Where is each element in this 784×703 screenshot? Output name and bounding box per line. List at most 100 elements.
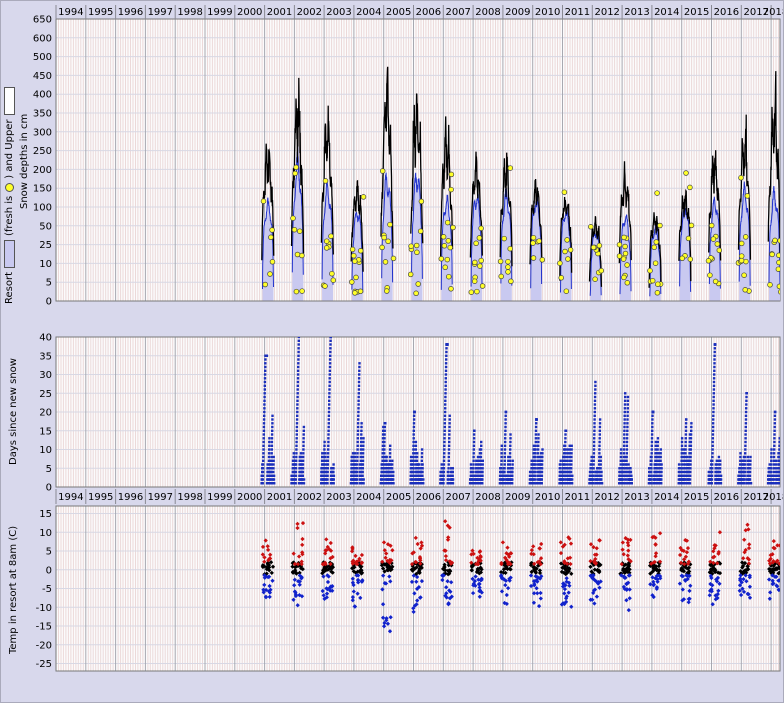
fresh-snow-dot bbox=[686, 236, 691, 241]
days-dot bbox=[358, 366, 360, 368]
fresh-snow-dot bbox=[508, 166, 513, 171]
days-dot bbox=[541, 467, 543, 469]
days-dot bbox=[412, 452, 414, 454]
days-dot bbox=[422, 478, 424, 480]
days-dot bbox=[297, 392, 299, 394]
days-dot bbox=[296, 433, 298, 435]
days-dot bbox=[448, 426, 450, 428]
days-dot bbox=[624, 400, 626, 402]
days-dot bbox=[356, 482, 358, 484]
days-dot bbox=[297, 355, 299, 357]
fresh-snow-dot bbox=[506, 259, 511, 264]
year-label: 1999 bbox=[207, 492, 232, 503]
days-dot bbox=[421, 475, 423, 477]
days-dot bbox=[651, 437, 653, 439]
days-dot bbox=[357, 445, 359, 447]
days-dot bbox=[711, 456, 713, 458]
days-dot bbox=[745, 415, 747, 417]
days-dot bbox=[327, 445, 329, 447]
days-dot bbox=[770, 463, 772, 465]
fresh-snow-dot bbox=[564, 289, 569, 294]
days-dot bbox=[565, 430, 567, 432]
days-dot bbox=[713, 388, 715, 390]
days-dot bbox=[590, 460, 592, 462]
days-dot bbox=[774, 411, 776, 413]
year-label: 2010 bbox=[535, 7, 560, 18]
days-dot bbox=[302, 452, 304, 454]
days-dot bbox=[360, 433, 362, 435]
fresh-snow-dot bbox=[419, 199, 424, 204]
fresh-snow-dot bbox=[351, 253, 356, 258]
days-dot bbox=[566, 463, 568, 465]
fresh-snow-dot bbox=[324, 239, 329, 244]
y-tick-label: 400 bbox=[33, 90, 52, 101]
days-dot bbox=[594, 400, 596, 402]
days-dot bbox=[650, 460, 652, 462]
days-dot bbox=[422, 482, 424, 484]
days-dot bbox=[327, 463, 329, 465]
days-dot bbox=[511, 478, 513, 480]
days-dot bbox=[297, 381, 299, 383]
days-dot bbox=[389, 448, 391, 450]
y-tick-label: 5 bbox=[46, 547, 52, 558]
days-dot bbox=[660, 467, 662, 469]
days-dot bbox=[358, 388, 360, 390]
days-dot bbox=[504, 445, 506, 447]
days-dot bbox=[592, 463, 594, 465]
days-dot bbox=[295, 452, 297, 454]
days-dot bbox=[416, 452, 418, 454]
fresh-snow-dot bbox=[506, 265, 511, 270]
year-label: 2008 bbox=[475, 492, 500, 503]
days-dot bbox=[504, 452, 506, 454]
days-dot bbox=[262, 475, 264, 477]
fresh-snow-dot bbox=[717, 248, 722, 253]
days-dot bbox=[362, 456, 364, 458]
days-dot bbox=[571, 482, 573, 484]
days-dot bbox=[505, 415, 507, 417]
days-dot bbox=[711, 482, 713, 484]
y-tick-labels: 0510152025303540 bbox=[39, 333, 52, 494]
days-dot bbox=[680, 460, 682, 462]
days-dot bbox=[713, 396, 715, 398]
days-dot bbox=[391, 467, 393, 469]
days-dot bbox=[295, 463, 297, 465]
days-dot bbox=[389, 445, 391, 447]
days-dot bbox=[321, 456, 323, 458]
fresh-snow-dot bbox=[565, 238, 570, 243]
days-dot bbox=[295, 478, 297, 480]
year-label: 2005 bbox=[386, 492, 411, 503]
fresh-snow-dot bbox=[739, 258, 744, 263]
days-dot bbox=[300, 452, 302, 454]
days-dot bbox=[444, 422, 446, 424]
days-dot bbox=[302, 463, 304, 465]
days-dot bbox=[263, 400, 265, 402]
days-dot bbox=[713, 392, 715, 394]
days-dot bbox=[625, 463, 627, 465]
y-tick-label: 650 bbox=[33, 15, 52, 26]
days-dot bbox=[421, 456, 423, 458]
days-dot bbox=[712, 441, 714, 443]
fresh-snow-dot bbox=[263, 282, 268, 287]
y-tick-label: 100 bbox=[33, 203, 52, 214]
temp-panel: 151050-5-10-15-20-25 bbox=[36, 506, 780, 671]
y-tick-label: 5 bbox=[46, 464, 52, 475]
days-dot bbox=[297, 385, 299, 387]
fresh-snow-dot bbox=[617, 254, 622, 259]
days-dot bbox=[421, 452, 423, 454]
days-dot bbox=[480, 452, 482, 454]
days-dot bbox=[421, 448, 423, 450]
days-dot bbox=[445, 373, 447, 375]
fresh-snow-dot bbox=[409, 244, 414, 249]
year-label: 2012 bbox=[594, 492, 619, 503]
days-dot bbox=[412, 478, 414, 480]
days-dot bbox=[541, 448, 543, 450]
days-dot bbox=[333, 482, 335, 484]
days-dot bbox=[298, 336, 300, 338]
days-dot bbox=[593, 448, 595, 450]
days-dot bbox=[681, 445, 683, 447]
fresh-snow-dot bbox=[388, 222, 393, 227]
y-tick-label: -5 bbox=[42, 584, 52, 595]
days-dot bbox=[712, 415, 714, 417]
days-dot bbox=[680, 467, 682, 469]
days-dot bbox=[327, 433, 329, 435]
